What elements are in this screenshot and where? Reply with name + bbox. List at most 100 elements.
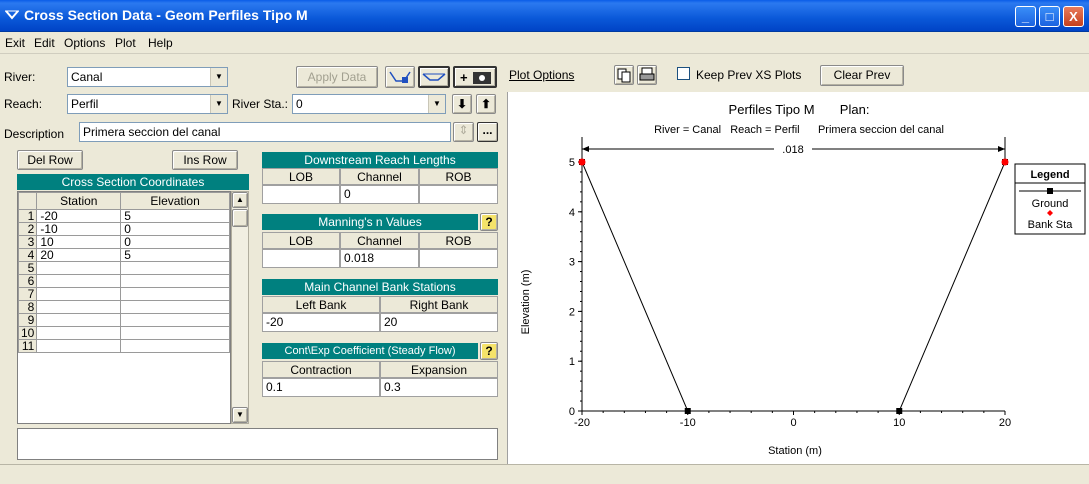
table-row[interactable]: 7 bbox=[18, 287, 230, 301]
ground-point bbox=[684, 408, 691, 414]
keep-prev-checkbox[interactable] bbox=[677, 67, 690, 80]
manning-channel-field[interactable]: 0.018 bbox=[340, 249, 419, 268]
row-number: 3 bbox=[18, 235, 38, 249]
table-row[interactable]: 11 bbox=[18, 339, 230, 353]
description-scroll[interactable]: ⇕ bbox=[453, 122, 474, 142]
description-label: Description bbox=[4, 127, 65, 141]
downstream-lob-header: LOB bbox=[262, 168, 340, 185]
chevron-down-icon[interactable]: ▼ bbox=[210, 68, 227, 86]
menu-help[interactable]: Help bbox=[148, 36, 173, 50]
elevation-cell[interactable] bbox=[120, 326, 230, 340]
table-row[interactable]: 10 bbox=[18, 326, 230, 340]
next-station-button[interactable]: ⬇ bbox=[452, 94, 472, 114]
river-value: Canal bbox=[71, 70, 103, 84]
table-row[interactable]: 9 bbox=[18, 313, 230, 327]
scroll-down-icon[interactable]: ▼ bbox=[232, 407, 248, 423]
chart-subtitle: River = Canal Reach = Perfil Primera sec… bbox=[654, 124, 944, 136]
scroll-up-icon[interactable]: ▲ bbox=[232, 192, 248, 208]
apply-data-button[interactable]: Apply Data bbox=[296, 66, 378, 88]
downstream-lob-field[interactable] bbox=[262, 185, 340, 204]
downstream-channel-field[interactable]: 0 bbox=[340, 185, 419, 204]
profile-tool-button[interactable] bbox=[385, 66, 415, 88]
elevation-header: Elevation bbox=[120, 192, 230, 210]
elevation-cell[interactable] bbox=[120, 300, 230, 314]
manning-lob-field[interactable] bbox=[262, 249, 340, 268]
elevation-cell[interactable]: 5 bbox=[120, 209, 230, 223]
coeff-help-button[interactable]: ? bbox=[480, 342, 498, 360]
station-cell[interactable] bbox=[36, 300, 122, 314]
elevation-cell[interactable]: 0 bbox=[120, 235, 230, 249]
maximize-button[interactable]: □ bbox=[1039, 6, 1060, 27]
grid-scrollbar[interactable]: ▲ ▼ bbox=[231, 191, 249, 424]
clear-prev-button[interactable]: Clear Prev bbox=[820, 65, 904, 86]
table-row[interactable]: 4 20 5 bbox=[18, 248, 230, 262]
station-cell[interactable] bbox=[36, 287, 122, 301]
x-tick-label: 0 bbox=[790, 417, 796, 429]
station-cell[interactable] bbox=[36, 261, 122, 275]
manning-rob-field[interactable] bbox=[419, 249, 498, 268]
table-row[interactable]: 8 bbox=[18, 300, 230, 314]
reach-select[interactable]: Perfil ▼ bbox=[67, 94, 228, 114]
elevation-cell[interactable]: 0 bbox=[120, 222, 230, 236]
elevation-cell[interactable] bbox=[120, 313, 230, 327]
station-cell[interactable] bbox=[36, 326, 122, 340]
reach-label: Reach: bbox=[4, 97, 43, 111]
description-expand-button[interactable]: ... bbox=[477, 122, 498, 142]
menu-edit[interactable]: Edit bbox=[34, 36, 55, 50]
station-cell[interactable]: 20 bbox=[36, 248, 122, 262]
channel-tool-button[interactable] bbox=[418, 66, 450, 88]
manning-lob-header: LOB bbox=[262, 232, 340, 249]
elevation-cell[interactable] bbox=[120, 339, 230, 353]
elevation-cell[interactable] bbox=[120, 261, 230, 275]
menu-exit[interactable]: Exit bbox=[5, 36, 25, 50]
description-field[interactable]: Primera seccion del canal bbox=[79, 122, 451, 142]
table-row[interactable]: 2 -10 0 bbox=[18, 222, 230, 236]
arrow-down-icon: ⬇ bbox=[456, 97, 468, 111]
river-sta-select[interactable]: 0 ▼ bbox=[292, 94, 446, 114]
station-cell[interactable] bbox=[36, 339, 122, 353]
table-row[interactable]: 1 -20 5 bbox=[18, 209, 230, 223]
chevron-down-icon[interactable]: ▼ bbox=[428, 95, 445, 113]
close-button[interactable]: X bbox=[1063, 6, 1084, 27]
elevation-cell[interactable] bbox=[120, 274, 230, 288]
table-row[interactable]: 3 10 0 bbox=[18, 235, 230, 249]
del-row-button[interactable]: Del Row bbox=[17, 150, 83, 170]
station-cell[interactable]: -20 bbox=[36, 209, 122, 223]
prev-station-button[interactable]: ⬆ bbox=[476, 94, 496, 114]
print-button[interactable] bbox=[637, 65, 657, 85]
minimize-button[interactable]: _ bbox=[1015, 6, 1036, 27]
scroll-thumb[interactable] bbox=[232, 209, 248, 227]
manning-rob-header: ROB bbox=[419, 232, 498, 249]
elevation-cell[interactable] bbox=[120, 287, 230, 301]
menu-plot[interactable]: Plot bbox=[115, 36, 136, 50]
y-tick-label: 0 bbox=[569, 406, 575, 418]
elevation-cell[interactable]: 5 bbox=[120, 248, 230, 262]
table-row[interactable]: 6 bbox=[18, 274, 230, 288]
ins-row-button[interactable]: Ins Row bbox=[172, 150, 238, 170]
add-photo-button[interactable]: + bbox=[453, 66, 497, 88]
left-bank-field[interactable]: -20 bbox=[262, 313, 380, 332]
table-row[interactable]: 5 bbox=[18, 261, 230, 275]
expansion-header: Expansion bbox=[380, 361, 498, 378]
menu-options[interactable]: Options bbox=[64, 36, 105, 50]
station-cell[interactable]: -10 bbox=[36, 222, 122, 236]
station-cell[interactable] bbox=[36, 274, 122, 288]
station-cell[interactable]: 10 bbox=[36, 235, 122, 249]
expansion-field[interactable]: 0.3 bbox=[380, 378, 498, 397]
legend-ground-label: Ground bbox=[1032, 198, 1069, 210]
chevron-down-icon[interactable]: ▼ bbox=[210, 95, 227, 113]
status-bar bbox=[0, 464, 1089, 484]
station-cell[interactable] bbox=[36, 313, 122, 327]
contraction-field[interactable]: 0.1 bbox=[262, 378, 380, 397]
river-select[interactable]: Canal ▼ bbox=[67, 67, 228, 87]
copy-plot-button[interactable] bbox=[614, 65, 634, 85]
coordinates-grid[interactable]: Station Elevation 1 -20 5 2 -10 0 3 10 0 4 20 5 5 6 7 8… bbox=[17, 191, 231, 424]
ground-series-line bbox=[581, 161, 1006, 412]
manning-help-button[interactable]: ? bbox=[480, 213, 498, 231]
row-number: 11 bbox=[18, 339, 38, 353]
row-number: 4 bbox=[18, 248, 38, 262]
downstream-rob-field[interactable] bbox=[419, 185, 498, 204]
right-bank-field[interactable]: 20 bbox=[380, 313, 498, 332]
plot-options-link[interactable]: Plot Options bbox=[509, 68, 574, 82]
cross-section-plot[interactable]: Perfiles Tipo M Plan: River = Canal Reac… bbox=[507, 92, 1089, 464]
